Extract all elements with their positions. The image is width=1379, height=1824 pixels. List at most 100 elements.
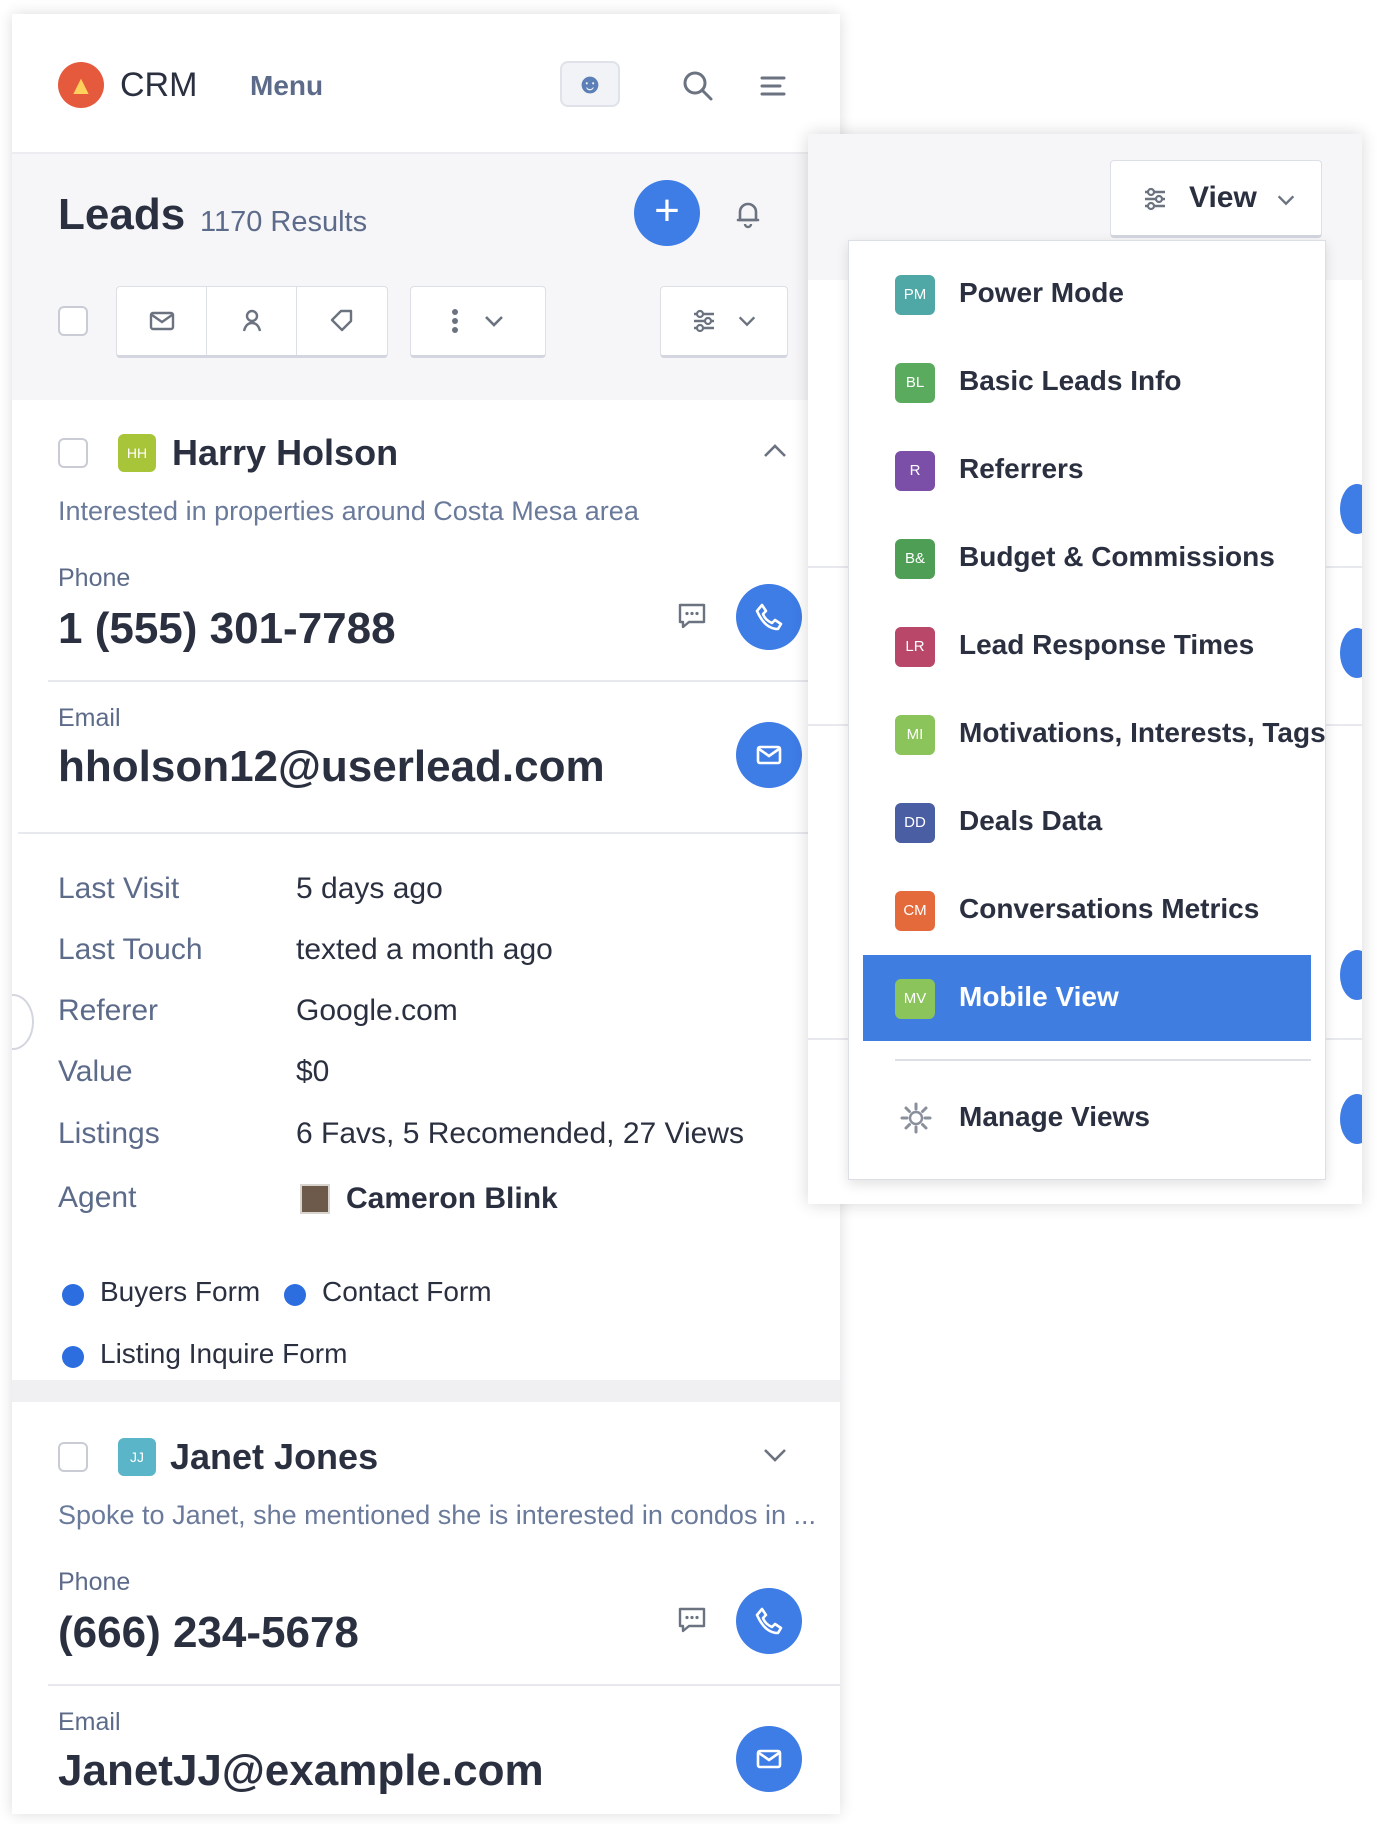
lead-name[interactable]: Janet Jones [170, 1436, 378, 1478]
search-icon[interactable] [680, 68, 716, 104]
view-option-mobile-view[interactable]: MV Mobile View [863, 955, 1311, 1041]
form-tag[interactable]: Contact Form [322, 1276, 492, 1308]
manage-views-option[interactable]: Manage Views [863, 1075, 1311, 1161]
bulk-actions-group [116, 286, 388, 358]
detail-label: Value [58, 1055, 133, 1088]
detail-value[interactable]: 6 Favs, 5 Recomended, 27 Views [296, 1117, 744, 1151]
filter-icon [694, 309, 714, 333]
phone-label: Phone [58, 1568, 131, 1596]
view-option-motivations[interactable]: MI Motivations, Interests, Tags [863, 691, 1326, 777]
card-separator [12, 1380, 840, 1402]
divider [895, 1059, 1311, 1061]
divider [48, 680, 840, 682]
assign-icon [242, 309, 261, 332]
lead-card-harry: HH Harry Holson Interested in properties… [12, 400, 840, 1410]
partial-button [1340, 950, 1362, 1000]
view-option-lead-response-times[interactable]: LR Lead Response Times [863, 603, 1311, 689]
view-option-label: Lead Response Times [959, 629, 1255, 660]
email-action-button[interactable] [117, 287, 207, 355]
detail-label: Agent [58, 1181, 137, 1214]
chevron-down-icon[interactable] [760, 1440, 790, 1470]
detail-label: Last Visit [58, 872, 180, 905]
more-actions-content [411, 287, 545, 355]
page-title: Leads [58, 190, 186, 239]
lead-card-janet: JJ Janet Jones Spoke to Janet, she menti… [12, 1402, 840, 1814]
email-button[interactable] [736, 722, 802, 788]
chevron-down-icon [738, 316, 756, 327]
hamburger-icon[interactable] [756, 68, 792, 104]
email-address[interactable]: hholson12@userlead.com [58, 742, 605, 792]
chat-icon[interactable] [676, 1604, 708, 1636]
form-dot [62, 1284, 84, 1306]
detail-value: texted a month ago [296, 933, 553, 966]
view-badge: PM [895, 275, 935, 315]
detail-label: Last Touch [58, 933, 203, 966]
view-badge: BL [895, 363, 935, 403]
detail-label: Referer [58, 994, 159, 1027]
chat-icon[interactable] [676, 600, 708, 632]
call-button[interactable] [736, 1588, 802, 1654]
view-button[interactable]: View [1110, 160, 1322, 238]
partial-button [1340, 1094, 1362, 1144]
lead-checkbox[interactable] [58, 1442, 88, 1472]
filter-content [661, 287, 787, 355]
select-all-checkbox[interactable] [58, 306, 88, 336]
chevron-down-icon [485, 316, 503, 327]
form-tag[interactable]: Buyers Form [100, 1276, 260, 1308]
view-option-basic-leads-info[interactable]: BL Basic Leads Info [863, 339, 1311, 425]
view-button-label: View [1189, 181, 1257, 214]
filter-dropdown[interactable] [660, 286, 788, 358]
phone-icon [755, 603, 783, 631]
view-option-referrers[interactable]: R Referrers [863, 427, 1311, 513]
view-option-conversations-metrics[interactable]: CM Conversations Metrics [863, 867, 1311, 953]
mail-icon [149, 311, 174, 331]
lead-checkbox[interactable] [58, 438, 88, 468]
view-option-label: Conversations Metrics [959, 893, 1260, 924]
phone-icon [755, 1607, 783, 1635]
view-option-budget-commissions[interactable]: B& Budget & Commissions [863, 515, 1311, 601]
partial-button [1340, 484, 1362, 534]
lead-note: Spoke to Janet, she mentioned she is int… [58, 1500, 816, 1530]
form-dot [284, 1284, 306, 1306]
view-badge: DD [895, 803, 935, 843]
divider [48, 1684, 840, 1686]
view-option-power-mode[interactable]: PM Power Mode [863, 251, 1311, 337]
menu-link[interactable]: Menu [250, 70, 323, 102]
phone-label: Phone [58, 564, 131, 592]
agent-name[interactable]: Cameron Blink [346, 1182, 558, 1216]
assign-action-button[interactable] [207, 287, 297, 355]
view-option-label: Referrers [959, 453, 1084, 484]
add-lead-button[interactable]: + [634, 180, 700, 246]
view-dropdown-menu: PM Power Mode BL Basic Leads Info R Refe… [848, 240, 1326, 1180]
gear-icon [900, 1102, 932, 1134]
phone-number[interactable]: (666) 234-5678 [58, 1608, 359, 1658]
detail-value[interactable]: Google.com [296, 994, 458, 1028]
lead-name[interactable]: Harry Holson [172, 432, 398, 474]
divider [18, 832, 840, 834]
email-label: Email [58, 1708, 121, 1736]
view-badge: MV [895, 979, 935, 1019]
view-option-label: Budget & Commissions [959, 541, 1275, 572]
manage-views-label: Manage Views [959, 1101, 1150, 1132]
more-icon [452, 309, 458, 333]
chevron-down-icon [1277, 195, 1295, 206]
tag-action-button[interactable] [297, 287, 387, 355]
email-address[interactable]: JanetJJ@example.com [58, 1746, 544, 1796]
call-button[interactable] [736, 584, 802, 650]
flame-icon[interactable]: ▲ [58, 62, 104, 108]
view-badge: MI [895, 715, 935, 755]
view-option-deals-data[interactable]: DD Deals Data [863, 779, 1311, 865]
robot-icon[interactable]: ☻ [560, 61, 620, 107]
brand-name: CRM [120, 66, 198, 104]
lead-avatar: JJ [118, 1438, 156, 1476]
bell-icon[interactable] [730, 196, 766, 232]
lead-avatar: HH [118, 434, 156, 472]
agent-avatar [300, 1184, 330, 1214]
phone-number[interactable]: 1 (555) 301-7788 [58, 604, 396, 654]
top-bar: ▲ CRM Menu ☻ [12, 14, 840, 154]
chevron-up-icon[interactable] [760, 436, 790, 466]
form-tag[interactable]: Listing Inquire Form [100, 1338, 347, 1370]
tag-icon [330, 309, 353, 332]
email-button[interactable] [736, 1726, 802, 1792]
more-actions-dropdown[interactable] [410, 286, 546, 358]
